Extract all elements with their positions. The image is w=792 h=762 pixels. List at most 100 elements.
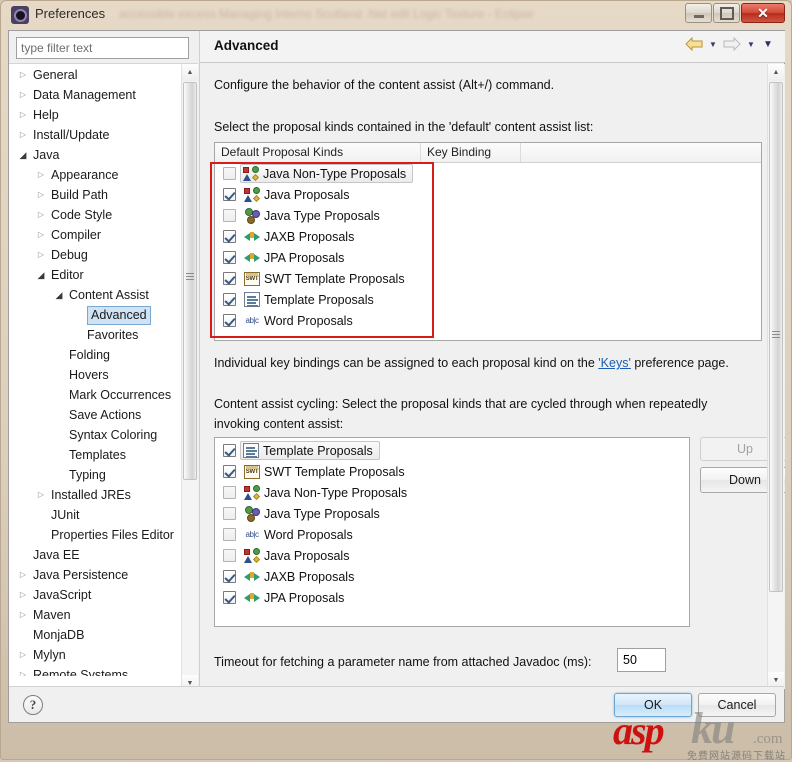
cycling-table-row[interactable]: ab|c Word Proposals (215, 524, 689, 545)
sidebar-item-remote-systems[interactable]: Remote Systems (9, 665, 181, 676)
row-checkbox[interactable] (223, 251, 236, 264)
sidebar-item-debug[interactable]: Debug (9, 245, 181, 265)
row-checkbox[interactable] (223, 570, 236, 583)
sidebar-item-help[interactable]: Help (9, 105, 181, 125)
table-row[interactable]: JAXB Proposals (215, 226, 761, 247)
sidebar-item-compiler[interactable]: Compiler (9, 225, 181, 245)
table-row[interactable]: Java Non-Type Proposals (215, 163, 761, 184)
sidebar-item-content-assist[interactable]: Content Assist (9, 285, 181, 305)
sidebar-item-build-path[interactable]: Build Path (9, 185, 181, 205)
table-row[interactable]: Java Type Proposals (215, 205, 761, 226)
sidebar-item-java-ee[interactable]: Java EE (9, 545, 181, 565)
sidebar-item-maven[interactable]: Maven (9, 605, 181, 625)
scroll-up-arrow-icon[interactable]: ▲ (182, 64, 198, 81)
content-vertical-scrollbar[interactable]: ▲ ▼ (767, 64, 784, 689)
row-checkbox[interactable] (223, 549, 236, 562)
sidebar-item-javascript[interactable]: JavaScript (9, 585, 181, 605)
help-icon[interactable]: ? (23, 695, 43, 715)
content-scrollbar-thumb[interactable] (769, 82, 783, 592)
sidebar-item-installed-jres[interactable]: Installed JREs (9, 485, 181, 505)
sidebar-item-favorites[interactable]: Favorites (9, 325, 181, 345)
sidebar-item-typing[interactable]: Typing (9, 465, 181, 485)
sidebar-item-java-persistence[interactable]: Java Persistence (9, 565, 181, 585)
tree-collapsed-arrow-icon[interactable] (35, 245, 47, 265)
maximize-button[interactable] (713, 3, 740, 23)
filter-input[interactable] (16, 37, 189, 59)
sidebar-item-junit[interactable]: JUnit (9, 505, 181, 525)
tree-collapsed-arrow-icon[interactable] (17, 105, 29, 125)
sidebar-item-templates[interactable]: Templates (9, 445, 181, 465)
row-checkbox[interactable] (223, 444, 236, 457)
table-row[interactable]: ab|c Word Proposals (215, 310, 761, 331)
row-checkbox[interactable] (223, 209, 236, 222)
content-scroll-up-arrow-icon[interactable]: ▲ (768, 64, 784, 81)
forward-history-chevron-down-icon[interactable]: ▼ (744, 40, 758, 49)
close-button[interactable]: ✕ (741, 3, 785, 23)
back-history-chevron-down-icon[interactable]: ▼ (706, 40, 720, 49)
table-row[interactable]: Template Proposals (215, 289, 761, 310)
sidebar-item-java[interactable]: Java (9, 145, 181, 165)
sidebar-item-editor[interactable]: Editor (9, 265, 181, 285)
row-checkbox[interactable] (223, 272, 236, 285)
cycling-table-row[interactable]: SWT SWT Template Proposals (215, 461, 689, 482)
sidebar-item-code-style[interactable]: Code Style (9, 205, 181, 225)
row-checkbox[interactable] (223, 528, 236, 541)
sidebar-item-appearance[interactable]: Appearance (9, 165, 181, 185)
tree-collapsed-arrow-icon[interactable] (17, 605, 29, 625)
tree-collapsed-arrow-icon[interactable] (35, 165, 47, 185)
cancel-button[interactable]: Cancel (698, 693, 776, 717)
tree-collapsed-arrow-icon[interactable] (35, 205, 47, 225)
sidebar-item-general[interactable]: General (9, 65, 181, 85)
row-checkbox[interactable] (223, 230, 236, 243)
sidebar-item-data-management[interactable]: Data Management (9, 85, 181, 105)
tree-collapsed-arrow-icon[interactable] (35, 185, 47, 205)
tree-collapsed-arrow-icon[interactable] (17, 65, 29, 85)
sidebar-item-mylyn[interactable]: Mylyn (9, 645, 181, 665)
tree-expanded-arrow-icon[interactable] (35, 265, 47, 285)
tree-collapsed-arrow-icon[interactable] (17, 125, 29, 145)
row-checkbox[interactable] (223, 591, 236, 604)
sidebar-item-mark-occurrences[interactable]: Mark Occurrences (9, 385, 181, 405)
tree-collapsed-arrow-icon[interactable] (17, 645, 29, 665)
sidebar-item-folding[interactable]: Folding (9, 345, 181, 365)
tree-collapsed-arrow-icon[interactable] (35, 485, 47, 505)
timeout-input[interactable] (617, 648, 666, 672)
row-checkbox[interactable] (223, 465, 236, 478)
cycling-table-row[interactable]: JAXB Proposals (215, 566, 689, 587)
back-arrow-icon[interactable] (685, 37, 703, 51)
tree-expanded-arrow-icon[interactable] (17, 145, 29, 165)
sidebar-item-save-actions[interactable]: Save Actions (9, 405, 181, 425)
tree-collapsed-arrow-icon[interactable] (17, 665, 29, 676)
view-menu-chevron-down-icon[interactable]: ▼ (761, 39, 775, 50)
row-checkbox[interactable] (223, 507, 236, 520)
table-row[interactable]: Java Proposals (215, 184, 761, 205)
sidebar-item-syntax-coloring[interactable]: Syntax Coloring (9, 425, 181, 445)
sidebar-item-properties-files-editor[interactable]: Properties Files Editor (9, 525, 181, 545)
column-header-key-binding[interactable]: Key Binding (421, 143, 521, 162)
row-checkbox[interactable] (223, 188, 236, 201)
row-checkbox[interactable] (223, 314, 236, 327)
row-checkbox[interactable] (223, 167, 236, 180)
table-row[interactable]: SWT SWT Template Proposals (215, 268, 761, 289)
sidebar-item-hovers[interactable]: Hovers (9, 365, 181, 385)
default-proposal-kinds-table[interactable]: Default Proposal Kinds Key Binding Java … (214, 142, 762, 341)
sidebar-item-monjadb[interactable]: MonjaDB (9, 625, 181, 645)
tree-vertical-scrollbar[interactable]: ▲ ▼ (181, 64, 198, 692)
column-header-blank[interactable] (521, 143, 761, 162)
sidebar-item-advanced[interactable]: Advanced (9, 305, 181, 325)
cycling-table-row[interactable]: Java Proposals (215, 545, 689, 566)
preferences-tree[interactable]: General Data Management Help Install/Update… (9, 63, 198, 708)
cycling-table-row[interactable]: Java Non-Type Proposals (215, 482, 689, 503)
cycling-proposal-kinds-table[interactable]: Template Proposals SWT SWT Template Propos… (214, 437, 690, 627)
column-header-default-proposal-kinds[interactable]: Default Proposal Kinds (215, 143, 421, 162)
tree-collapsed-arrow-icon[interactable] (17, 565, 29, 585)
tree-scrollbar-thumb[interactable] (183, 82, 197, 480)
tree-collapsed-arrow-icon[interactable] (35, 225, 47, 245)
minimize-button[interactable] (685, 3, 712, 23)
tree-expanded-arrow-icon[interactable] (53, 285, 65, 305)
ok-button[interactable]: OK (614, 693, 692, 717)
row-checkbox[interactable] (223, 486, 236, 499)
cycling-table-row[interactable]: Java Type Proposals (215, 503, 689, 524)
cycling-table-row[interactable]: JPA Proposals (215, 587, 689, 608)
table-row[interactable]: JPA Proposals (215, 247, 761, 268)
